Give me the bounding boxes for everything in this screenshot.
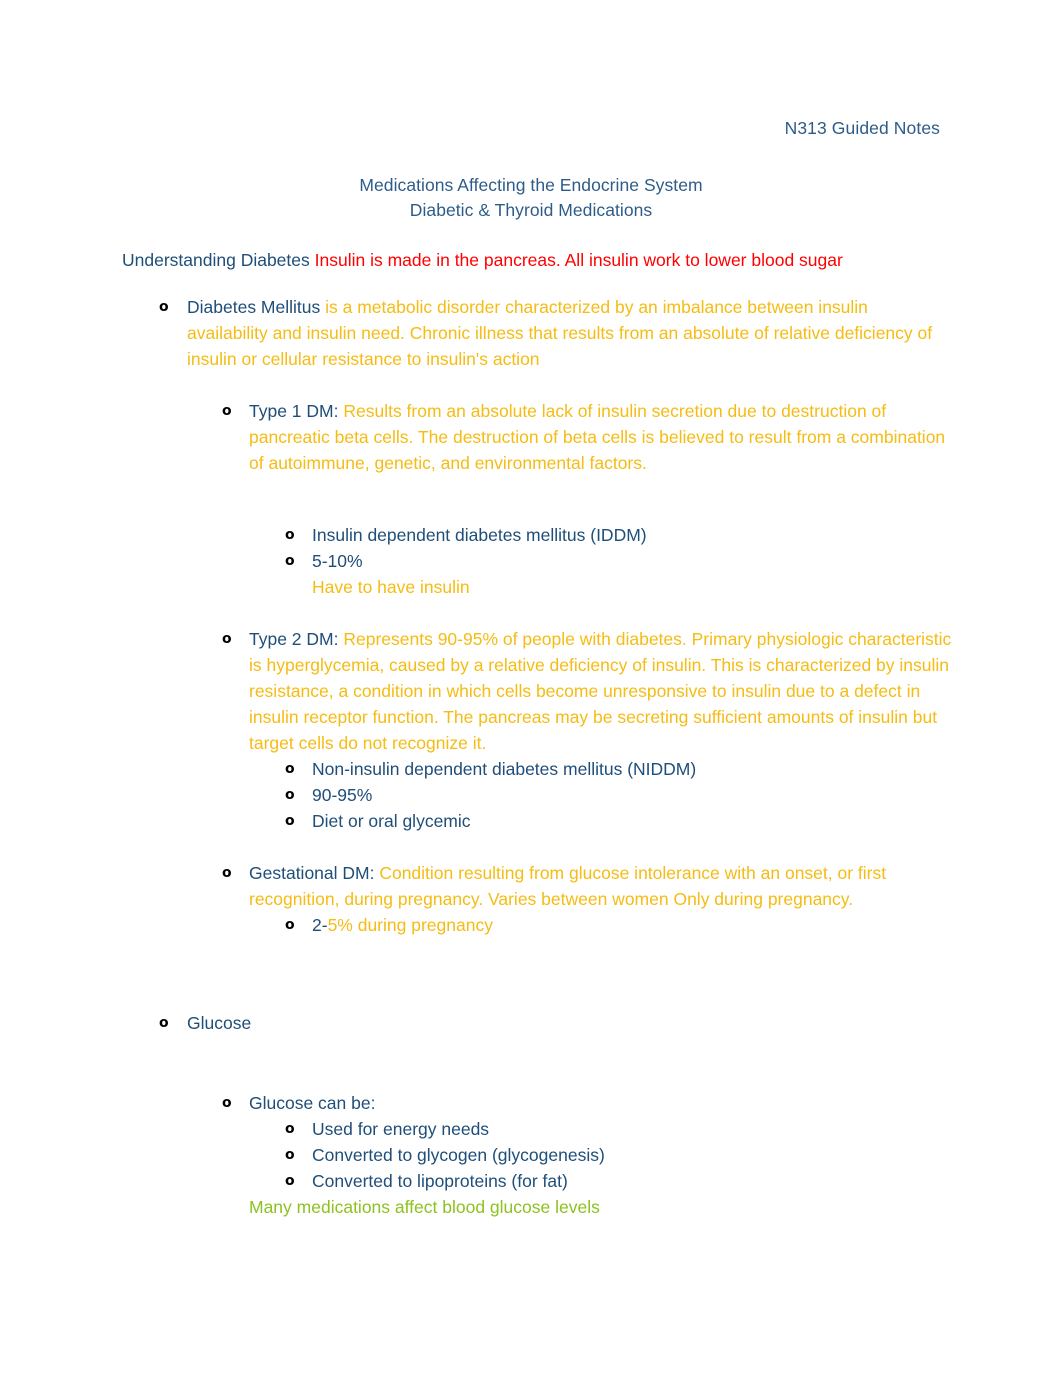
glucose-use-energy: Used for energy needs [312, 1119, 490, 1139]
diabetes-mellitus-entry: Diabetes Mellitus is a metabolic disorde… [187, 294, 940, 372]
type2-sub-treatment: Diet or oral glycemic [312, 811, 471, 831]
type1-entry: Type 1 DM: Results from an absolute lack… [249, 398, 952, 476]
type2-term: Type 2 DM: [249, 629, 344, 649]
ring-bullet-icon: o [285, 761, 295, 777]
ring-bullet-icon: o [285, 1173, 295, 1189]
type1-note-row: Have to have insulin [0, 574, 1062, 600]
list-item: o Type 1 DM: Results from an absolute la… [0, 398, 1062, 476]
document-header: N313 Guided Notes [784, 118, 940, 138]
title-line-primary: Medications Affecting the Endocrine Syst… [359, 175, 703, 195]
title-line-secondary: Diabetic & Thyroid Medications [409, 200, 653, 220]
glucose-can-be-label: Glucose can be: [249, 1093, 376, 1113]
section-heading-understanding-diabetes: Understanding Diabetes Insulin is made i… [122, 248, 843, 273]
ring-bullet-icon: o [222, 631, 232, 647]
type1-note: Have to have insulin [312, 577, 470, 597]
section-heading-note: Insulin is made in the pancreas. All ins… [314, 250, 843, 270]
ring-bullet-icon: o [285, 917, 295, 933]
list-item: o Type 2 DM: Represents 90-95% of people… [0, 626, 1062, 756]
document-title-block: Medications Affecting the Endocrine Syst… [0, 173, 1062, 223]
type1-sub-percentage: 5-10% [312, 551, 363, 571]
gestational-sub-suffix: 5% during pregnancy [327, 915, 493, 935]
document-content: o Diabetes Mellitus is a metabolic disor… [0, 294, 1062, 1220]
gestational-term: Gestational DM: [249, 863, 380, 883]
list-item: o Gestational DM: Condition resulting fr… [0, 860, 1062, 912]
ring-bullet-icon: o [285, 813, 295, 829]
type1-term: Type 1 DM: [249, 401, 344, 421]
list-item: o Glucose [0, 1010, 1062, 1036]
gestational-entry: Gestational DM: Condition resulting from… [249, 860, 952, 912]
glucose-use-glycogen: Converted to glycogen (glycogenesis) [312, 1145, 605, 1165]
glucose-note: Many medications affect blood glucose le… [249, 1197, 600, 1217]
ring-bullet-icon: o [285, 1121, 295, 1137]
type2-entry: Type 2 DM: Represents 90-95% of people w… [249, 626, 952, 756]
list-item: o Converted to lipoproteins (for fat) [0, 1168, 1062, 1194]
ring-bullet-icon: o [159, 1015, 169, 1031]
type2-sub-niddm: Non-insulin dependent diabetes mellitus … [312, 759, 697, 779]
list-item: o 90-95% [0, 782, 1062, 808]
ring-bullet-icon: o [222, 1095, 232, 1111]
glucose-note-row: Many medications affect blood glucose le… [0, 1194, 1062, 1220]
ring-bullet-icon: o [222, 865, 232, 881]
type1-sub-iddm: Insulin dependent diabetes mellitus (IDD… [312, 525, 647, 545]
list-item: o Diet or oral glycemic [0, 808, 1062, 834]
list-item: o Diabetes Mellitus is a metabolic disor… [0, 294, 1062, 372]
diabetes-mellitus-term: Diabetes Mellitus [187, 297, 326, 317]
document-page: N313 Guided Notes Medications Affecting … [0, 0, 1062, 1377]
glucose-heading: Glucose [187, 1013, 252, 1033]
section-heading-label: Understanding Diabetes [122, 250, 315, 270]
gestational-sub-entry: 2-5% during pregnancy [312, 912, 962, 938]
ring-bullet-icon: o [285, 527, 295, 543]
type2-sub-percentage: 90-95% [312, 785, 373, 805]
ring-bullet-icon: o [285, 787, 295, 803]
ring-bullet-icon: o [159, 299, 169, 315]
list-item: o Glucose can be: [0, 1090, 1062, 1116]
type1-definition: Results from an absolute lack of insulin… [249, 401, 946, 473]
list-item: o 5-10% [0, 548, 1062, 574]
ring-bullet-icon: o [222, 403, 232, 419]
list-item: o Insulin dependent diabetes mellitus (I… [0, 522, 1062, 548]
gestational-sub-prefix: 2- [312, 915, 328, 935]
list-item: o Non-insulin dependent diabetes mellitu… [0, 756, 1062, 782]
list-item: o 2-5% during pregnancy [0, 912, 1062, 938]
list-item: o Used for energy needs [0, 1116, 1062, 1142]
glucose-use-lipoproteins: Converted to lipoproteins (for fat) [312, 1171, 568, 1191]
ring-bullet-icon: o [285, 553, 295, 569]
list-item: o Converted to glycogen (glycogenesis) [0, 1142, 1062, 1168]
ring-bullet-icon: o [285, 1147, 295, 1163]
type2-definition: Represents 90-95% of people with diabete… [249, 629, 952, 753]
